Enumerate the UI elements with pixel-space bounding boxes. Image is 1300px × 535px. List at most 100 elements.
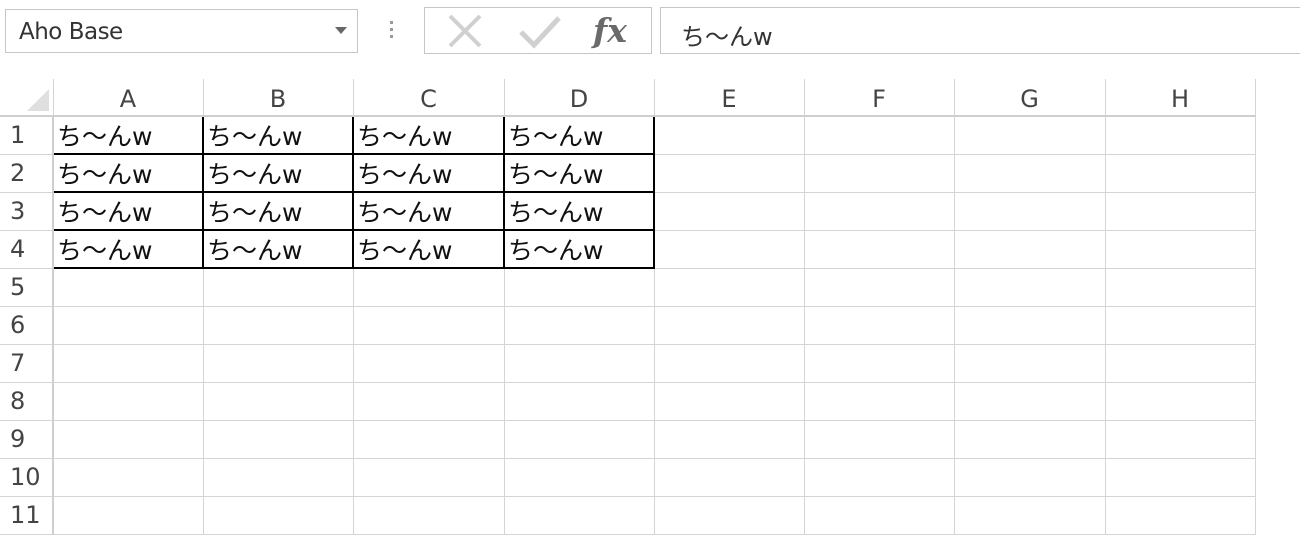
column-header-e[interactable]: E bbox=[654, 79, 805, 117]
chevron-down-icon[interactable] bbox=[335, 27, 347, 34]
cell-a10[interactable] bbox=[53, 458, 204, 497]
cell-b11[interactable] bbox=[203, 496, 354, 535]
cell-b4[interactable]: ち～んw bbox=[202, 229, 354, 269]
cell-f11[interactable] bbox=[804, 496, 955, 535]
column-header-f[interactable]: F bbox=[804, 79, 955, 117]
cell-f3[interactable] bbox=[804, 192, 955, 231]
column-header-d[interactable]: D bbox=[504, 79, 655, 117]
cell-b3[interactable]: ち～んw bbox=[202, 191, 354, 231]
cell-g7[interactable] bbox=[954, 344, 1106, 383]
cell-b9[interactable] bbox=[203, 420, 354, 459]
cell-h7[interactable] bbox=[1105, 344, 1256, 383]
cell-c6[interactable] bbox=[353, 306, 505, 345]
cell-f9[interactable] bbox=[804, 420, 955, 459]
cell-c8[interactable] bbox=[353, 382, 505, 421]
column-header-c[interactable]: C bbox=[353, 79, 505, 117]
row-header-2[interactable]: 2 bbox=[0, 154, 54, 193]
cell-c11[interactable] bbox=[353, 496, 505, 535]
cell-d5[interactable] bbox=[504, 268, 655, 307]
cell-e6[interactable] bbox=[654, 306, 805, 345]
column-header-g[interactable]: G bbox=[954, 79, 1106, 117]
cell-d8[interactable] bbox=[504, 382, 655, 421]
cell-f4[interactable] bbox=[804, 230, 955, 269]
row-header-6[interactable]: 6 bbox=[0, 306, 54, 345]
cell-c9[interactable] bbox=[353, 420, 505, 459]
cell-d4[interactable]: ち～んw bbox=[503, 229, 655, 269]
cell-h5[interactable] bbox=[1105, 268, 1256, 307]
row-header-3[interactable]: 3 bbox=[0, 192, 54, 231]
cell-d7[interactable] bbox=[504, 344, 655, 383]
cell-e10[interactable] bbox=[654, 458, 805, 497]
cell-g6[interactable] bbox=[954, 306, 1106, 345]
cell-g5[interactable] bbox=[954, 268, 1106, 307]
cell-b8[interactable] bbox=[203, 382, 354, 421]
cell-a2[interactable]: ち～んw bbox=[52, 153, 204, 193]
cell-c2[interactable]: ち～んw bbox=[352, 153, 505, 193]
cell-b6[interactable] bbox=[203, 306, 354, 345]
cell-a6[interactable] bbox=[53, 306, 204, 345]
row-header-8[interactable]: 8 bbox=[0, 382, 54, 421]
cell-d1[interactable]: ち～んw bbox=[503, 115, 655, 155]
cell-e1[interactable] bbox=[654, 116, 805, 155]
cell-h10[interactable] bbox=[1105, 458, 1256, 497]
cell-e9[interactable] bbox=[654, 420, 805, 459]
row-header-7[interactable]: 7 bbox=[0, 344, 54, 383]
cell-h3[interactable] bbox=[1105, 192, 1256, 231]
cell-g4[interactable] bbox=[954, 230, 1106, 269]
cell-a3[interactable]: ち～んw bbox=[52, 191, 204, 231]
cell-h9[interactable] bbox=[1105, 420, 1256, 459]
row-header-10[interactable]: 10 bbox=[0, 458, 54, 497]
cell-a1[interactable]: ち～んw bbox=[52, 115, 204, 155]
cell-h6[interactable] bbox=[1105, 306, 1256, 345]
cell-e8[interactable] bbox=[654, 382, 805, 421]
cell-e5[interactable] bbox=[654, 268, 805, 307]
cell-h11[interactable] bbox=[1105, 496, 1256, 535]
column-header-a[interactable]: A bbox=[53, 79, 204, 117]
cell-a11[interactable] bbox=[53, 496, 204, 535]
cell-g10[interactable] bbox=[954, 458, 1106, 497]
cell-b1[interactable]: ち～んw bbox=[202, 115, 354, 155]
cell-e4[interactable] bbox=[654, 230, 805, 269]
cell-c1[interactable]: ち～んw bbox=[352, 115, 505, 155]
column-header-h[interactable]: H bbox=[1105, 79, 1256, 117]
cell-c3[interactable]: ち～んw bbox=[352, 191, 505, 231]
cell-g3[interactable] bbox=[954, 192, 1106, 231]
column-header-b[interactable]: B bbox=[203, 79, 354, 117]
cell-f7[interactable] bbox=[804, 344, 955, 383]
cell-c4[interactable]: ち～んw bbox=[352, 229, 505, 269]
cell-f6[interactable] bbox=[804, 306, 955, 345]
cell-d9[interactable] bbox=[504, 420, 655, 459]
cell-d6[interactable] bbox=[504, 306, 655, 345]
row-header-4[interactable]: 4 bbox=[0, 230, 54, 269]
cell-e7[interactable] bbox=[654, 344, 805, 383]
cell-d3[interactable]: ち～んw bbox=[503, 191, 655, 231]
cell-h1[interactable] bbox=[1105, 116, 1256, 155]
cell-d10[interactable] bbox=[504, 458, 655, 497]
row-header-9[interactable]: 9 bbox=[0, 420, 54, 459]
cell-b7[interactable] bbox=[203, 344, 354, 383]
cell-f5[interactable] bbox=[804, 268, 955, 307]
cell-h4[interactable] bbox=[1105, 230, 1256, 269]
cell-d11[interactable] bbox=[504, 496, 655, 535]
cell-c7[interactable] bbox=[353, 344, 505, 383]
cell-h2[interactable] bbox=[1105, 154, 1256, 193]
row-header-5[interactable]: 5 bbox=[0, 268, 54, 307]
insert-function-button[interactable]: fx bbox=[585, 8, 645, 53]
row-header-1[interactable]: 1 bbox=[0, 116, 54, 155]
cell-g8[interactable] bbox=[954, 382, 1106, 421]
row-header-11[interactable]: 11 bbox=[0, 496, 54, 535]
cell-e11[interactable] bbox=[654, 496, 805, 535]
cell-f1[interactable] bbox=[804, 116, 955, 155]
select-all-corner[interactable] bbox=[0, 79, 54, 117]
enter-button[interactable] bbox=[511, 8, 571, 53]
cell-f10[interactable] bbox=[804, 458, 955, 497]
formula-bar-grip-icon[interactable] bbox=[388, 17, 394, 45]
cancel-button[interactable] bbox=[435, 8, 495, 53]
cell-g11[interactable] bbox=[954, 496, 1106, 535]
cell-e3[interactable] bbox=[654, 192, 805, 231]
cell-d2[interactable]: ち～んw bbox=[503, 153, 655, 193]
cell-b2[interactable]: ち～んw bbox=[202, 153, 354, 193]
cell-g1[interactable] bbox=[954, 116, 1106, 155]
cell-a4[interactable]: ち～んw bbox=[52, 229, 204, 269]
cell-b5[interactable] bbox=[203, 268, 354, 307]
